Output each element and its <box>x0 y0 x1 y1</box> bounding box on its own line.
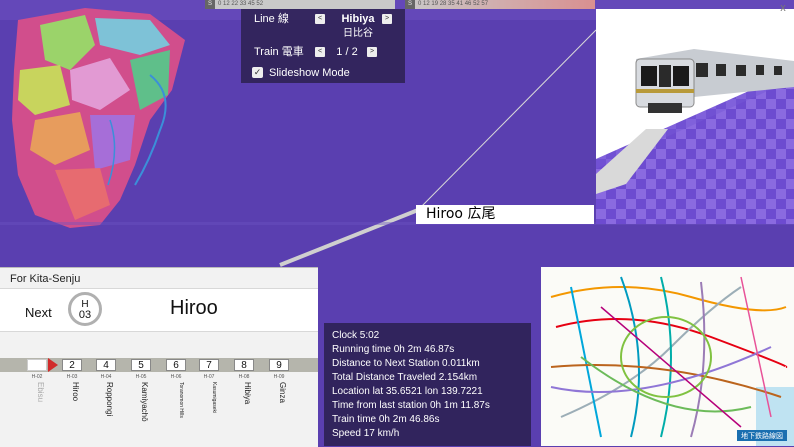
next-label: Next <box>25 305 52 320</box>
stop-name: Roppongi <box>105 382 114 417</box>
slideshow-checkbox[interactable]: ✓ <box>252 67 263 78</box>
stop-name: Kasumigaseki <box>211 382 217 414</box>
stop-number-box: 9 <box>269 359 289 371</box>
stop-number-box: 4 <box>96 359 116 371</box>
current-position-arrow-icon <box>48 358 58 372</box>
stop-name: Kamiyachō <box>140 382 149 422</box>
line-prev-button[interactable]: < <box>315 14 325 24</box>
direction-text: For Kita-Senju <box>10 273 81 285</box>
stop-number-box: 8 <box>234 359 254 371</box>
train-camera-view <box>596 9 794 224</box>
train-value: 1 / 2 <box>336 46 358 58</box>
line-jp-row: 日比谷 <box>241 26 405 42</box>
train-time-text: Train time 0h 2m 46.86s <box>332 414 440 425</box>
line-row: Line 線 < Hibiya > <box>241 11 405 27</box>
stop-name: Hibiya <box>243 382 252 405</box>
time-from-last-text: Time from last station 0h 1m 11.87s <box>332 400 490 411</box>
stop-code: H-02 <box>31 374 43 380</box>
stop-name: Ginza <box>278 382 287 403</box>
running-time-text: Running time 0h 2m 46.87s <box>332 344 455 355</box>
stop-code: H-07 <box>203 374 215 380</box>
total-distance-text: Total Distance Traveled 2.154km <box>332 372 478 383</box>
map-legend-text: 地下鉄路線図 <box>741 431 783 440</box>
subway-route-map: 地下鉄路線図 <box>541 267 794 446</box>
stop-number-box <box>27 359 47 371</box>
stop-name: Toranomon Hills <box>178 382 184 418</box>
stop-number-box: 7 <box>199 359 219 371</box>
stop-code: H-05 <box>135 374 147 380</box>
line-value-jp: 日比谷 <box>343 28 373 39</box>
stop-code: H-06 <box>170 374 182 380</box>
stop-name: Hiroo <box>71 382 80 402</box>
next-station-name: Hiroo <box>170 297 218 319</box>
timeline-bar-right: S0 12 19 28 35 41 46 52 57 <box>405 0 595 9</box>
clock-text: Clock 5:02 <box>332 330 380 341</box>
station-number-badge: H 03 <box>68 292 102 326</box>
stop-code: H-03 <box>66 374 78 380</box>
train-info-board: For Kita-Senju Next H 03 Hiroo H-02 Ebisu… <box>0 267 318 447</box>
stop-number-box: 6 <box>166 359 186 371</box>
stop-number-box: 5 <box>131 359 151 371</box>
station-overlay-label: Hiroo 広尾 <box>416 205 594 224</box>
line-label: Line 線 <box>254 13 289 25</box>
speed-text: Speed 17 km/h <box>332 428 400 439</box>
slideshow-label: Slideshow Mode <box>269 67 350 79</box>
train-next-button[interactable]: > <box>367 47 377 57</box>
stop-code: H-08 <box>238 374 250 380</box>
stop-name: Ebisu <box>36 382 45 403</box>
stop-code: H-09 <box>273 374 285 380</box>
line-next-button[interactable]: > <box>382 14 392 24</box>
station-number: 03 <box>78 309 92 321</box>
next-station-row: Next H 03 Hiroo <box>0 288 318 332</box>
timeline-bar-left: S0 12 22 33 45 52 <box>205 0 395 9</box>
stop-number-box: 2 <box>62 359 82 371</box>
stop-code: H-04 <box>100 374 112 380</box>
distance-next-text: Distance to Next Station 0.011km <box>332 358 480 369</box>
location-text: Location lat 35.6521 lon 139.7221 <box>332 386 483 397</box>
train-row: Train 電車 < 1 / 2 > <box>241 44 405 60</box>
train-prev-button[interactable]: < <box>315 47 325 57</box>
close-icon[interactable]: x <box>776 2 790 14</box>
trip-info-panel: Clock 5:02 Running time 0h 2m 46.87s Dis… <box>324 323 531 446</box>
slideshow-row[interactable]: ✓ Slideshow Mode <box>241 65 405 81</box>
train-label: Train 電車 <box>254 46 304 58</box>
control-panel: Line 線 < Hibiya > 日比谷 Train 電車 < 1 / 2 >… <box>241 9 405 83</box>
